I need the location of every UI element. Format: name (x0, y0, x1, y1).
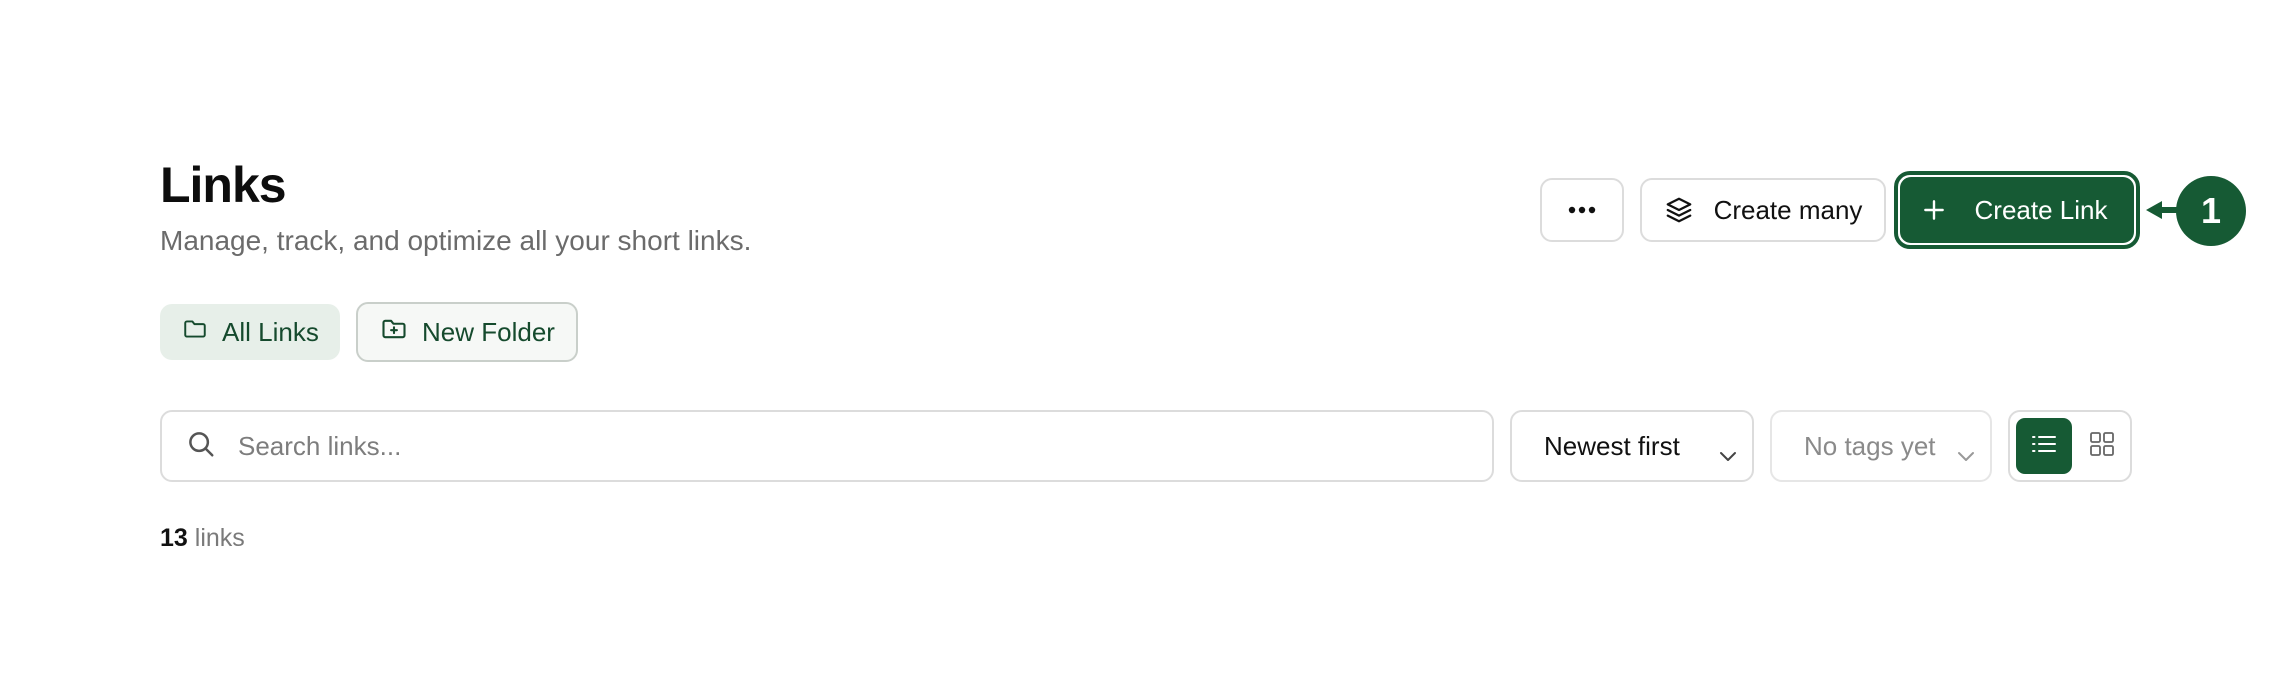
new-folder-button[interactable]: New Folder (356, 302, 578, 362)
arrow-left-icon (2146, 198, 2180, 227)
all-links-folder[interactable]: All Links (160, 304, 340, 360)
view-toggle (2008, 410, 2132, 482)
tags-select[interactable]: No tags yet (1770, 410, 1992, 482)
page-subtitle: Manage, track, and optimize all your sho… (160, 225, 752, 256)
search-bar (160, 410, 1494, 482)
plus-icon (1921, 197, 1947, 223)
link-count-number: 13 (160, 524, 188, 552)
list-view-button[interactable] (2016, 418, 2072, 474)
sort-select[interactable]: Newest first (1510, 410, 1754, 482)
more-options-button[interactable] (1540, 178, 1624, 242)
tags-select-value: No tags yet (1804, 430, 1936, 461)
chevron-down-icon (1718, 439, 1738, 470)
chevron-down-icon (1956, 439, 1976, 470)
sort-select-value: Newest first (1544, 430, 1680, 461)
folder-icon (182, 316, 208, 349)
page-title: Links (160, 157, 287, 213)
link-count: 13 links (160, 524, 245, 553)
search-icon (186, 429, 216, 464)
all-links-label: All Links (222, 316, 319, 347)
grid-icon (2089, 431, 2115, 462)
create-link-button[interactable]: Create Link (1900, 177, 2134, 243)
create-many-label: Create many (1713, 194, 1863, 225)
list-icon (2031, 432, 2057, 461)
create-many-button[interactable]: Create many (1640, 178, 1886, 242)
search-input[interactable] (236, 429, 1492, 463)
new-folder-label: New Folder (422, 316, 555, 347)
callout-badge: 1 (2176, 176, 2246, 246)
create-link-label: Create Link (1974, 194, 2108, 225)
layers-icon (1664, 195, 1694, 225)
folder-plus-icon (380, 315, 408, 350)
ellipsis-icon (1568, 206, 1596, 214)
link-count-unit: links (194, 524, 245, 552)
grid-view-button[interactable] (2076, 418, 2128, 474)
